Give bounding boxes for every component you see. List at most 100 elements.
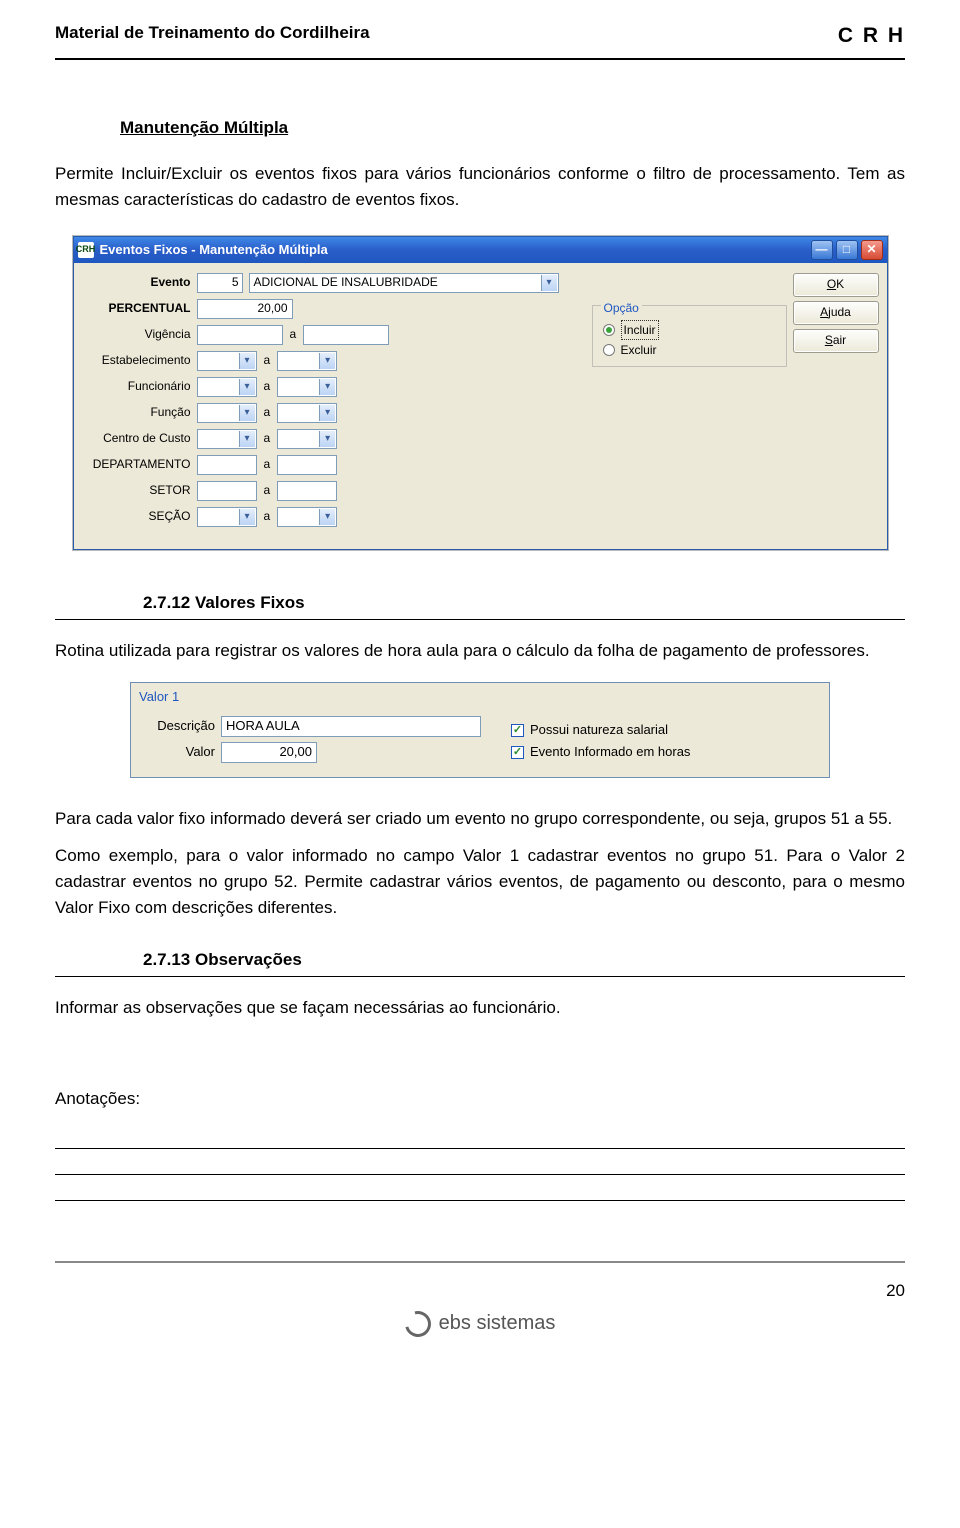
combo-funcao-from[interactable]: ▾ (197, 403, 257, 423)
combo-secao-to[interactable]: ▾ (277, 507, 337, 527)
row-vigencia: Vigência a (82, 323, 588, 347)
chevron-down-icon: ▾ (239, 431, 255, 447)
radio-incluir-label: Incluir (621, 320, 659, 341)
input-vigencia-from[interactable] (197, 325, 283, 345)
row-evento: Evento 5 ADICIONAL DE INSALUBRIDADE ▾ (82, 271, 588, 295)
sep-a-6: a (264, 455, 271, 474)
sair-button[interactable]: Sair (793, 329, 879, 353)
input-valor[interactable]: 20,00 (221, 742, 317, 763)
row-departamento: DEPARTAMENTO a (82, 453, 588, 477)
radio-icon (603, 344, 615, 356)
row-secao: SEÇÃO ▾ a ▾ (82, 505, 588, 529)
label-departamento: DEPARTAMENTO (82, 455, 197, 474)
footer-brand: ebs sistemas (439, 1308, 556, 1339)
combo-func-to[interactable]: ▾ (277, 377, 337, 397)
input-dep-to[interactable] (277, 455, 337, 475)
chk-horas-label: Evento Informado em horas (530, 742, 690, 762)
sep-a-4: a (264, 403, 271, 422)
sep-a-7: a (264, 481, 271, 500)
input-dep-from[interactable] (197, 455, 257, 475)
combo-secao-from[interactable]: ▾ (197, 507, 257, 527)
opcao-legend: Opção (601, 301, 642, 315)
maximize-button[interactable]: □ (836, 240, 858, 260)
section4-p1: Informar as observações que se façam nec… (55, 995, 905, 1021)
ajuda-button[interactable]: Ajuda (793, 301, 879, 325)
label-valor: Valor (143, 742, 221, 762)
label-setor: SETOR (82, 481, 197, 500)
heading-rule (55, 619, 905, 620)
combo-evento-value: ADICIONAL DE INSALUBRIDADE (254, 273, 438, 292)
row-setor: SETOR a (82, 479, 588, 503)
input-vigencia-to[interactable] (303, 325, 389, 345)
page-header: Material de Treinamento do Cordilheira C… (55, 20, 905, 60)
ok-button[interactable]: OK (793, 273, 879, 297)
row-funcionario: Funcionário ▾ a ▾ (82, 375, 588, 399)
chevron-down-icon: ▾ (239, 405, 255, 421)
row-ccusto: Centro de Custo ▾ a ▾ (82, 427, 588, 451)
chevron-down-icon: ▾ (319, 405, 335, 421)
heading-rule-2 (55, 976, 905, 977)
checkbox-natureza[interactable]: ✓ Possui natureza salarial (511, 719, 690, 741)
heading-2713: 2.7.13 Observações (143, 947, 905, 973)
chevron-down-icon: ▾ (541, 275, 557, 291)
combo-cc-from[interactable]: ▾ (197, 429, 257, 449)
sep-a-2: a (264, 351, 271, 370)
radio-icon (603, 324, 615, 336)
label-estabelecimento: Estabelecimento (82, 351, 197, 370)
chevron-down-icon: ▾ (239, 509, 255, 525)
valor1-legend: Valor 1 (133, 685, 827, 707)
dialog-titlebar: CRH Eventos Fixos - Manutenção Múltipla … (74, 237, 887, 263)
checkbox-horas[interactable]: ✓ Evento Informado em horas (511, 741, 690, 763)
page-number: 20 (55, 1278, 905, 1304)
close-button[interactable]: ✕ (861, 240, 883, 260)
footer: 20 ebs sistemas (55, 1261, 905, 1339)
section3-p1: Para cada valor fixo informado deverá se… (55, 806, 905, 832)
label-evento: Evento (82, 273, 197, 292)
chevron-down-icon: ▾ (239, 353, 255, 369)
chevron-down-icon: ▾ (319, 353, 335, 369)
input-setor-to[interactable] (277, 481, 337, 501)
app-icon: CRH (78, 242, 94, 258)
input-descricao[interactable]: HORA AULA (221, 716, 481, 737)
notes-line-2 (55, 1149, 905, 1175)
row-estabelecimento: Estabelecimento ▾ a ▾ (82, 349, 588, 373)
notes-label: Anotações: (55, 1086, 905, 1112)
section-title-manutencao: Manutenção Múltipla (120, 115, 288, 141)
input-setor-from[interactable] (197, 481, 257, 501)
header-left: Material de Treinamento do Cordilheira (55, 20, 370, 53)
input-evento-num[interactable]: 5 (197, 273, 243, 293)
radio-excluir[interactable]: Excluir (603, 340, 776, 360)
radio-excluir-label: Excluir (621, 341, 657, 360)
minimize-button[interactable]: — (811, 240, 833, 260)
chevron-down-icon: ▾ (319, 431, 335, 447)
radio-incluir[interactable]: Incluir (603, 320, 776, 340)
opcao-groupbox: Opção Incluir Excluir (592, 305, 787, 368)
valor1-panel: Valor 1 Descrição HORA AULA Valor 20,00 … (130, 682, 830, 778)
heading-2712: 2.7.12 Valores Fixos (143, 590, 905, 616)
label-secao: SEÇÃO (82, 507, 197, 526)
form-area: Evento 5 ADICIONAL DE INSALUBRIDADE ▾ PE… (82, 271, 787, 531)
dialog-button-column: OK Ajuda Sair (793, 271, 879, 531)
dialog-title: Eventos Fixos - Manutenção Múltipla (100, 240, 808, 260)
label-funcao: Função (82, 403, 197, 422)
combo-estab-to[interactable]: ▾ (277, 351, 337, 371)
combo-evento-desc[interactable]: ADICIONAL DE INSALUBRIDADE ▾ (249, 273, 559, 293)
input-percentual[interactable]: 20,00 (197, 299, 293, 319)
header-right: C R H (838, 20, 905, 53)
chk-natureza-label: Possui natureza salarial (530, 720, 668, 740)
footer-logo: ebs sistemas (55, 1308, 905, 1339)
combo-funcao-to[interactable]: ▾ (277, 403, 337, 423)
combo-estab-from[interactable]: ▾ (197, 351, 257, 371)
combo-cc-to[interactable]: ▾ (277, 429, 337, 449)
sep-a-3: a (264, 377, 271, 396)
logo-swirl-icon (400, 1306, 436, 1342)
combo-func-from[interactable]: ▾ (197, 377, 257, 397)
chevron-down-icon: ▾ (319, 379, 335, 395)
row-valor: Valor 20,00 (143, 739, 481, 765)
notes-line-1 (55, 1123, 905, 1149)
label-funcionario: Funcionário (82, 377, 197, 396)
row-funcao: Função ▾ a ▾ (82, 401, 588, 425)
section2-paragraph: Rotina utilizada para registrar os valor… (55, 638, 905, 664)
sep-a-5: a (264, 429, 271, 448)
sep-a-1: a (290, 325, 297, 344)
